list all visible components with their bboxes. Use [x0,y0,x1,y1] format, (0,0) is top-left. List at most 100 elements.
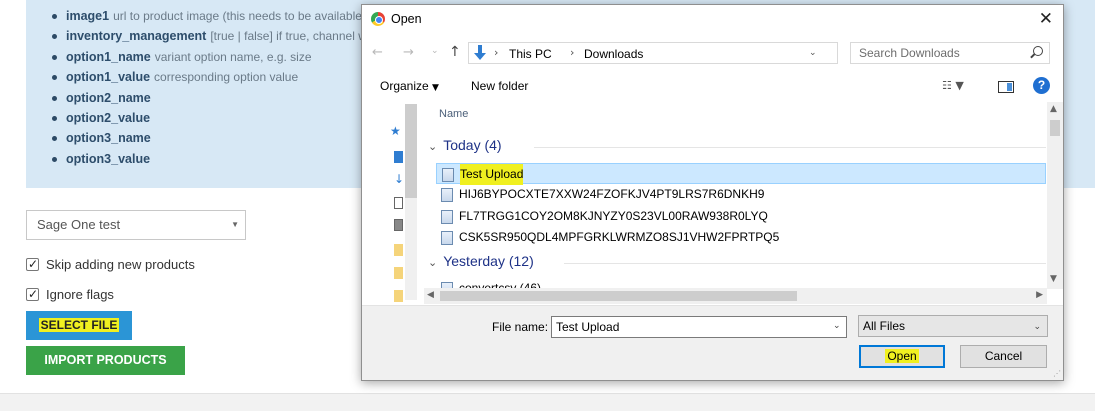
file-icon [441,231,453,245]
ignore-flags-label: Ignore flags [46,287,114,302]
field-name: option2_value [66,110,151,125]
field-description: corresponding option value [154,70,299,85]
scroll-up-icon[interactable]: ▲ [1050,104,1057,114]
select-file-label: SELECT FILE [38,318,120,332]
field-item: option3_name [52,128,379,148]
open-label: Open [885,349,919,363]
navigation-pane: ★ ↓ [362,102,420,302]
breadcrumb-this-pc[interactable]: This PC [509,47,552,61]
open-file-dialog: Open ✕ ← → ⌄ ↑ › This PC › Downloads ⌄ ↻… [361,4,1064,381]
open-button[interactable]: Open [859,345,945,368]
field-item: image1 url to product image (this needs t… [52,6,379,26]
scroll-left-icon[interactable]: ◀ [427,290,434,300]
horizontal-scrollbar-thumb[interactable] [440,291,797,301]
search-input[interactable]: Search Downloads [850,42,1050,64]
file-name: Test Upload [460,164,524,185]
breadcrumb-separator-icon[interactable]: › [570,46,574,59]
file-name: FL7TRGG1COY2OM8KJNYZY0S23VL00RAW938R0LYQ [459,209,768,223]
field-list: image1 url to product image (this needs t… [52,6,379,169]
dialog-titlebar: Open ✕ [362,5,1063,35]
shop-select[interactable]: Sage One test ▼ [26,210,246,240]
help-icon[interactable]: ? [1033,77,1050,94]
select-file-button[interactable]: SELECT FILE [26,311,132,340]
back-arrow-icon[interactable]: ← [372,45,383,60]
breadcrumb-downloads[interactable]: Downloads [584,47,643,61]
search-icon[interactable] [1033,46,1043,56]
shop-select-value: Sage One test [37,217,121,232]
file-list: Name ⌄ Today (4) Test Upload HIJ6BYPOCXTE… [424,102,1062,302]
field-description: [true | false] if true, channel will [210,29,375,44]
forward-arrow-icon[interactable]: → [403,45,414,60]
field-item: option1_value corresponding option value [52,67,379,87]
group-divider [534,147,1046,148]
change-view-icon[interactable]: ☷ ▼ [942,79,964,92]
field-name: option1_name [66,49,151,64]
skip-new-products-checkbox[interactable] [26,256,39,272]
dialog-title: Open [391,12,422,26]
group-divider [564,263,1046,264]
field-name: option2_name [66,90,151,105]
chevron-down-icon: ⌄ [1033,322,1041,332]
downloads-icon[interactable]: ↓ [394,172,404,186]
chevron-down-icon[interactable]: ⌄ [833,321,841,331]
file-row[interactable]: Test Upload [436,163,1046,185]
desktop-icon[interactable] [394,151,403,163]
file-row[interactable]: FL7TRGG1COY2OM8KJNYZY0S23VL00RAW938R0LYQ [436,206,1046,227]
preview-pane-icon[interactable] [998,81,1014,93]
ignore-flags-checkbox[interactable] [26,286,39,302]
folder-icon[interactable] [394,290,403,302]
resize-grip-icon[interactable]: ⋰ [1053,369,1061,378]
cancel-button[interactable]: Cancel [960,345,1047,368]
chrome-icon [371,12,385,26]
skip-new-products-label: Skip adding new products [46,257,195,272]
address-bar[interactable]: › This PC › Downloads ⌄ ↻ [468,42,938,64]
field-item: option2_name [52,88,379,108]
field-name: inventory_management [66,29,207,44]
organize-label: Organize [380,79,429,93]
field-description: url to product image (this needs to be a… [113,9,380,23]
dialog-footer: File name: Test Upload ⌄ All Files ⌄ Ope… [362,305,1063,380]
folder-icon[interactable] [394,244,403,256]
file-icon [441,210,453,224]
file-name-value: Test Upload [556,320,620,334]
file-type-value: All Files [863,319,906,333]
address-dropdown-icon[interactable]: ⌄ [809,48,817,58]
file-name-input[interactable]: Test Upload [551,316,847,338]
chevron-down-icon: ▼ [432,83,439,93]
file-row[interactable]: CSK5SR950QDL4MPFGRKLWRMZO8SJ1VHW2FPRTPQ5 [436,227,1046,248]
folder-icon[interactable] [394,267,403,279]
recent-locations-chevron-icon[interactable]: ⌄ [431,46,439,56]
navpane-scrollbar-thumb[interactable] [405,104,417,198]
breadcrumb-separator-icon[interactable]: › [494,46,498,59]
file-name-label: File name: [492,320,549,334]
chevron-down-icon: ⌄ [428,140,438,153]
documents-icon[interactable] [394,197,403,209]
column-header-name[interactable]: Name [439,108,468,120]
new-folder-button[interactable]: New folder [471,79,528,93]
downloads-folder-icon [473,45,487,61]
import-products-button[interactable]: IMPORT PRODUCTS [26,346,185,375]
field-name: option1_value [66,70,151,85]
scroll-right-icon[interactable]: ▶ [1036,290,1043,300]
group-label: Yesterday (12) [443,253,534,269]
organize-menu[interactable]: Organize ▼ [380,79,439,93]
close-icon[interactable]: ✕ [1039,9,1053,29]
field-name: option3_value [66,151,151,166]
group-label: Today (4) [443,137,502,153]
field-item: option3_value [52,149,379,169]
vertical-scrollbar-thumb[interactable] [1050,120,1060,136]
scroll-down-icon[interactable]: ▼ [1050,274,1057,284]
field-item: inventory_management [true | false] if tr… [52,26,379,46]
pictures-icon[interactable] [394,219,403,231]
group-header-today[interactable]: ⌄ Today (4) [428,137,502,153]
quick-access-icon[interactable]: ★ [390,124,401,138]
search-placeholder: Search Downloads [859,46,960,60]
group-header-yesterday[interactable]: ⌄ Yesterday (12) [428,253,534,269]
file-name: HIJ6BYPOCXTE7XXW24FZOFKJV4PT9LRS7R6DNKH9 [459,187,765,201]
file-name: CSK5SR950QDL4MPFGRKLWRMZO8SJ1VHW2FPRTPQ5 [459,230,780,244]
file-type-select[interactable]: All Files ⌄ [858,315,1048,337]
up-arrow-icon[interactable]: ↑ [449,44,461,60]
file-icon [442,168,454,182]
file-row[interactable]: HIJ6BYPOCXTE7XXW24FZOFKJV4PT9LRS7R6DNKH9 [436,184,1046,205]
field-name: image1 [66,9,110,23]
